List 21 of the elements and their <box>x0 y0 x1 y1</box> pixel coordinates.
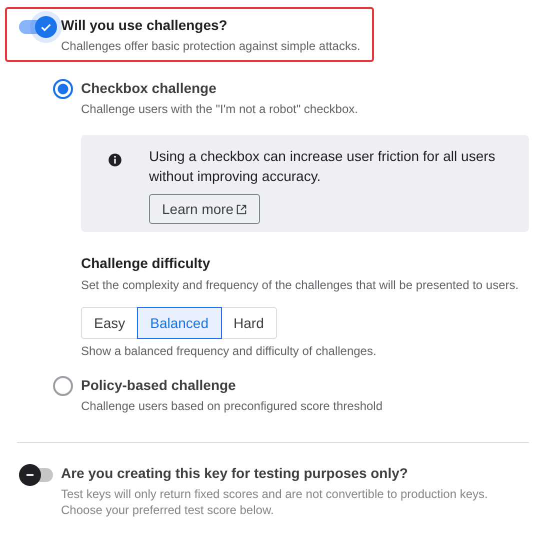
radio-label: Policy-based challenge <box>81 376 237 395</box>
difficulty-hint: Show a balanced frequency and difficulty of challenges. <box>81 343 376 359</box>
toggle-description: Test keys will only return fixed scores and are not convertible to production keys. Choose your preferred test score below. <box>61 486 489 518</box>
toggle-description: Challenges offer basic protection against simple attacks. <box>61 38 360 54</box>
notice-text: Using a checkbox can increase user friction for all users without improving accuracy. <box>149 147 496 186</box>
learn-more-button[interactable]: Learn more <box>149 194 260 224</box>
section-title: Challenge difficulty <box>81 254 210 273</box>
difficulty-option[interactable]: Balanced <box>137 307 222 339</box>
difficulty-option[interactable]: Hard <box>220 307 277 339</box>
info-icon <box>107 152 123 168</box>
toggle-title: Will you use challenges? <box>61 16 228 35</box>
toggle-title: Are you creating this key for testing purposes only? <box>61 464 409 483</box>
radio-label: Checkbox challenge <box>81 79 218 98</box>
radio-button[interactable] <box>53 79 73 99</box>
toggle-switch[interactable] <box>19 15 57 39</box>
difficulty-option[interactable]: Easy <box>81 307 138 339</box>
external-link-icon <box>236 204 247 214</box>
section-description: Set the complexity and frequency of the challenges that will be presented to users. <box>81 277 519 293</box>
radio-description: Challenge users with the "I'm not a robot" checkbox. <box>81 101 358 117</box>
radio-button[interactable] <box>53 376 73 396</box>
radio-description: Challenge users based on preconfigured score threshold <box>81 398 383 414</box>
